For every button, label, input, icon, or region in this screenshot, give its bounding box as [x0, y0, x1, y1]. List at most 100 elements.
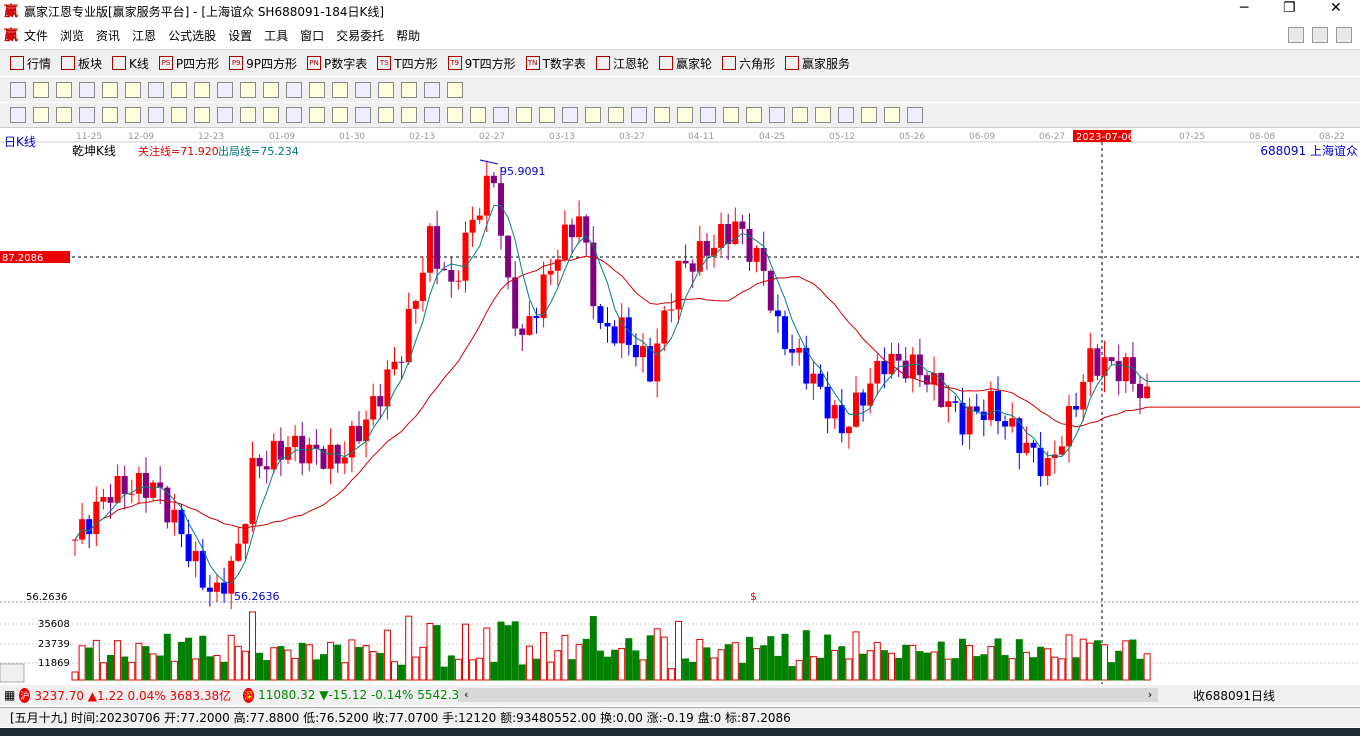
menu-item[interactable]: 江恩 [132, 27, 156, 44]
toolbar-item[interactable]: blocks-icon板块 [61, 55, 102, 72]
tool-button-icon[interactable] [125, 81, 141, 98]
grid-icon[interactable]: ▦ [4, 688, 15, 702]
tool-button-icon[interactable] [585, 107, 601, 123]
tool-button-icon[interactable] [171, 81, 187, 98]
toolbar-item[interactable]: T9 9T四方形 [447, 55, 516, 72]
tool-button-icon[interactable] [355, 81, 371, 98]
tool-button-icon[interactable] [516, 107, 532, 123]
tool-button-icon[interactable] [79, 81, 95, 98]
tool-button-icon[interactable] [194, 107, 210, 123]
toolbar-item[interactable]: TS T四方形 [377, 55, 438, 72]
tool-button-icon[interactable] [309, 81, 325, 98]
sh-index[interactable]: 3237.70 ▲1.22 0.04% 3683.38亿 [34, 687, 231, 704]
candle-body [135, 472, 142, 494]
tool-button-icon[interactable] [447, 107, 463, 123]
tool-button-icon[interactable] [217, 107, 233, 123]
tool-button-icon[interactable] [838, 107, 854, 123]
candle-body [72, 539, 78, 541]
tool-button-icon[interactable] [263, 81, 279, 98]
tool-button-icon[interactable] [792, 107, 808, 123]
tool-button-icon[interactable] [102, 81, 118, 98]
toolbar-item[interactable]: grid-icon行情 [10, 55, 51, 72]
tool-button-icon[interactable] [56, 81, 72, 98]
tool-button-icon[interactable] [700, 107, 716, 123]
tool-button-icon[interactable] [10, 107, 26, 123]
tool-button-icon[interactable] [815, 107, 831, 123]
maximize-button[interactable]: ❐ [1283, 0, 1296, 16]
toolbar-item[interactable]: candle-iconK线 [112, 55, 149, 72]
tool-button-icon[interactable] [148, 107, 164, 123]
tool-button-icon[interactable] [677, 107, 693, 123]
menu-item[interactable]: 工具 [264, 27, 288, 44]
volume-bar [632, 650, 640, 681]
tool-button-icon[interactable] [884, 107, 900, 123]
toolbar-item[interactable]: PS P四方形 [158, 55, 219, 72]
tool-button-icon[interactable] [401, 81, 417, 98]
tool-button-icon[interactable] [309, 107, 325, 123]
scroll-left-icon[interactable]: ‹ [464, 688, 468, 702]
tool-button-icon[interactable] [10, 81, 26, 98]
tool-button-icon[interactable] [263, 107, 279, 123]
tool-button-icon[interactable] [907, 107, 923, 123]
tool-button-icon[interactable] [562, 107, 578, 123]
tool-button-icon[interactable] [194, 81, 210, 98]
tool-button-icon[interactable] [217, 81, 233, 98]
tool-button-icon[interactable] [447, 81, 463, 98]
tool-button-icon[interactable] [769, 107, 785, 123]
minimize-button[interactable]: ─ [1240, 0, 1248, 16]
mdi-close-button[interactable] [1336, 27, 1352, 43]
tool-button-icon[interactable] [33, 81, 49, 98]
tool-button-icon[interactable] [378, 107, 394, 123]
tool-button-icon[interactable] [723, 107, 739, 123]
toolbar-item[interactable]: PN P数字表 [307, 55, 367, 72]
tool-button-icon[interactable] [33, 107, 49, 123]
tool-button-icon[interactable] [240, 81, 256, 98]
tool-button-icon[interactable] [56, 107, 72, 123]
scroll-right-icon[interactable]: › [1148, 688, 1152, 702]
menu-item[interactable]: 资讯 [96, 27, 120, 44]
horizontal-scrollbar[interactable]: ‹ › [458, 688, 1159, 702]
tool-button-icon[interactable] [355, 107, 371, 123]
menu-item[interactable]: 公式选股 [168, 27, 216, 44]
toolbar-item[interactable]: P9 9P四方形 [229, 55, 297, 72]
tool-button-icon[interactable] [332, 107, 348, 123]
tool-button-icon[interactable] [148, 81, 164, 98]
menu-item[interactable]: 帮助 [396, 27, 420, 44]
toolbar-item[interactable]: hexagon-icon六角形 [721, 55, 775, 72]
tool-button-icon[interactable] [125, 107, 141, 123]
toolbar-item[interactable]: dollar-icon赢家服务 [784, 55, 850, 72]
tool-button-icon[interactable] [493, 107, 509, 123]
tool-button-icon[interactable] [539, 107, 555, 123]
menu-item[interactable]: 设置 [228, 27, 252, 44]
tool-button-icon[interactable] [424, 81, 440, 98]
tool-button-icon[interactable] [332, 81, 348, 98]
expand-panel-button[interactable] [0, 663, 25, 683]
tool-button-icon[interactable] [424, 107, 440, 123]
toolbar-item[interactable]: TN T数字表 [525, 55, 586, 72]
tool-button-icon[interactable] [286, 107, 302, 123]
toolbar-item[interactable]: wheel-icon江恩轮 [595, 55, 649, 72]
close-button[interactable]: ✕ [1330, 0, 1342, 16]
menu-item[interactable]: 窗口 [300, 27, 324, 44]
tool-button-icon[interactable] [102, 107, 118, 123]
tool-button-icon[interactable] [171, 107, 187, 123]
kline-chart[interactable]: 11-25 12-09 12-23 01-09 01-30 02-13 02-27 03-13… [0, 128, 1360, 684]
tool-button-icon[interactable] [79, 107, 95, 123]
tool-button-icon[interactable] [631, 107, 647, 123]
menu-item[interactable]: 交易委托 [336, 27, 384, 44]
tool-button-icon[interactable] [608, 107, 624, 123]
tool-button-icon[interactable] [240, 107, 256, 123]
tool-button-icon[interactable] [401, 107, 417, 123]
tool-button-icon[interactable] [654, 107, 670, 123]
tool-button-icon[interactable] [746, 107, 762, 123]
sz-index[interactable]: 11080.32 ▼-15.12 -0.14% 5542.38 [258, 688, 458, 702]
mdi-restore-button[interactable] [1312, 27, 1328, 43]
menu-item[interactable]: 浏览 [60, 27, 84, 44]
menu-item[interactable]: 文件 [24, 27, 48, 44]
toolbar-item[interactable]: wheel2-icon赢家轮 [658, 55, 712, 72]
tool-button-icon[interactable] [378, 81, 394, 98]
tool-button-icon[interactable] [861, 107, 877, 123]
tool-button-icon[interactable] [470, 107, 486, 123]
mdi-minimize-button[interactable] [1288, 27, 1304, 43]
tool-button-icon[interactable] [286, 81, 302, 98]
